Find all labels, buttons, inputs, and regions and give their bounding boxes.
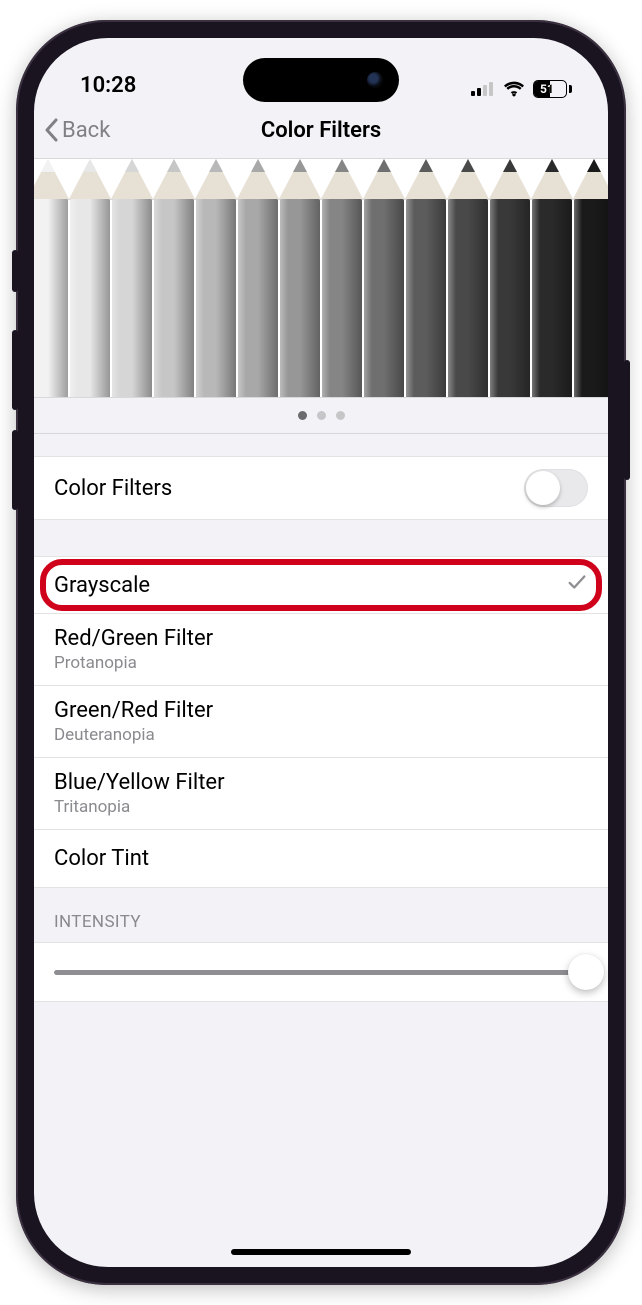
page-dot[interactable] bbox=[336, 411, 345, 420]
filter-row[interactable]: Green/Red FilterDeuteranopia bbox=[34, 686, 608, 758]
filter-label: Red/Green Filter bbox=[54, 626, 213, 651]
filter-row[interactable]: Color Tint bbox=[34, 830, 608, 888]
color-filters-toggle-row[interactable]: Color Filters bbox=[34, 456, 608, 520]
status-time: 10:28 bbox=[80, 73, 136, 98]
power-button bbox=[624, 360, 630, 480]
pencil-icon bbox=[195, 159, 237, 397]
pencil-icon bbox=[153, 159, 195, 397]
pencil-icon bbox=[34, 159, 69, 397]
filter-list: GrayscaleRed/Green FilterProtanopiaGreen… bbox=[34, 556, 608, 888]
dynamic-island bbox=[243, 58, 399, 102]
toggle-label: Color Filters bbox=[54, 476, 172, 501]
pencil-icon bbox=[573, 159, 608, 397]
checkmark-icon bbox=[566, 571, 588, 599]
color-filters-switch[interactable] bbox=[524, 469, 588, 507]
pencil-icon bbox=[489, 159, 531, 397]
wifi-icon bbox=[503, 81, 525, 97]
battery-icon: 51 bbox=[533, 80, 572, 98]
phone-frame: 10:28 51 bbox=[16, 20, 626, 1285]
filter-sublabel: Protanopia bbox=[54, 653, 213, 673]
mute-switch bbox=[12, 250, 18, 292]
filter-label: Color Tint bbox=[54, 846, 149, 871]
screen: 10:28 51 bbox=[34, 38, 608, 1267]
filter-sublabel: Tritanopia bbox=[54, 797, 225, 817]
pencil-icon bbox=[405, 159, 447, 397]
back-button[interactable]: Back bbox=[44, 118, 110, 143]
filter-row[interactable]: Grayscale bbox=[34, 556, 608, 614]
chevron-left-icon bbox=[44, 118, 60, 142]
page-indicator[interactable] bbox=[34, 398, 608, 434]
back-label: Back bbox=[62, 118, 110, 143]
nav-bar: Back Color Filters bbox=[34, 102, 608, 158]
pencil-icon bbox=[69, 159, 111, 397]
page-dot[interactable] bbox=[298, 411, 307, 420]
pencil-icon bbox=[321, 159, 363, 397]
filter-row[interactable]: Blue/Yellow FilterTritanopia bbox=[34, 758, 608, 830]
battery-pct: 51 bbox=[540, 82, 554, 96]
volume-up bbox=[12, 330, 18, 410]
pencil-icon bbox=[111, 159, 153, 397]
switch-knob bbox=[526, 471, 560, 505]
filter-label: Green/Red Filter bbox=[54, 698, 213, 723]
filter-preview[interactable] bbox=[34, 158, 608, 398]
pencil-icon bbox=[531, 159, 573, 397]
slider-thumb[interactable] bbox=[568, 954, 604, 990]
intensity-row bbox=[34, 942, 608, 1002]
page-dot[interactable] bbox=[317, 411, 326, 420]
filter-label: Blue/Yellow Filter bbox=[54, 770, 225, 795]
home-indicator[interactable] bbox=[231, 1249, 411, 1255]
pencil-icon bbox=[447, 159, 489, 397]
filter-row[interactable]: Red/Green FilterProtanopia bbox=[34, 614, 608, 686]
pencil-icon bbox=[237, 159, 279, 397]
page-title: Color Filters bbox=[261, 118, 381, 143]
pencil-icon bbox=[363, 159, 405, 397]
front-camera-icon bbox=[367, 72, 383, 88]
intensity-slider[interactable] bbox=[54, 970, 588, 975]
intensity-header: INTENSITY bbox=[34, 888, 608, 942]
toggle-group: Color Filters bbox=[34, 456, 608, 520]
volume-down bbox=[12, 430, 18, 510]
cellular-signal-icon bbox=[471, 82, 495, 96]
pencil-icon bbox=[279, 159, 321, 397]
filter-label: Grayscale bbox=[54, 573, 150, 598]
filter-sublabel: Deuteranopia bbox=[54, 725, 213, 745]
